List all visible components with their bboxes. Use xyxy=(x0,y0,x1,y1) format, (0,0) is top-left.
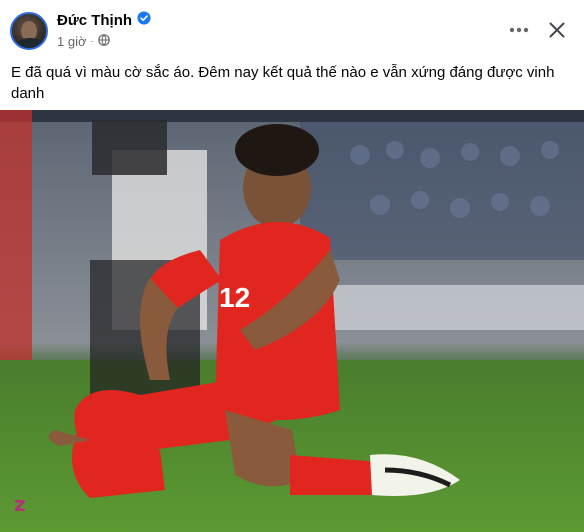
post-header: Đức Thịnh 1 giờ · xyxy=(0,0,584,58)
post-text: E đã quá vì màu cờ sắc áo. Đêm nay kết q… xyxy=(11,64,555,102)
watermark-logo: z xyxy=(14,492,26,516)
avatar-shoulders xyxy=(15,38,45,48)
post-meta: 1 giờ · xyxy=(57,34,110,49)
author-avatar[interactable] xyxy=(10,12,48,50)
post-photo[interactable]: 12 xyxy=(0,110,584,532)
verified-badge-icon xyxy=(137,11,151,30)
globe-icon[interactable] xyxy=(98,34,110,49)
close-icon[interactable] xyxy=(543,16,571,44)
more-horizontal-icon[interactable] xyxy=(505,18,533,42)
post-timestamp[interactable]: 1 giờ xyxy=(57,34,87,49)
author-name[interactable]: Đức Thịnh xyxy=(57,12,132,29)
meta-separator: · xyxy=(90,36,94,47)
author-name-row: Đức Thịnh xyxy=(57,11,151,30)
jersey-number: 12 xyxy=(219,282,251,313)
